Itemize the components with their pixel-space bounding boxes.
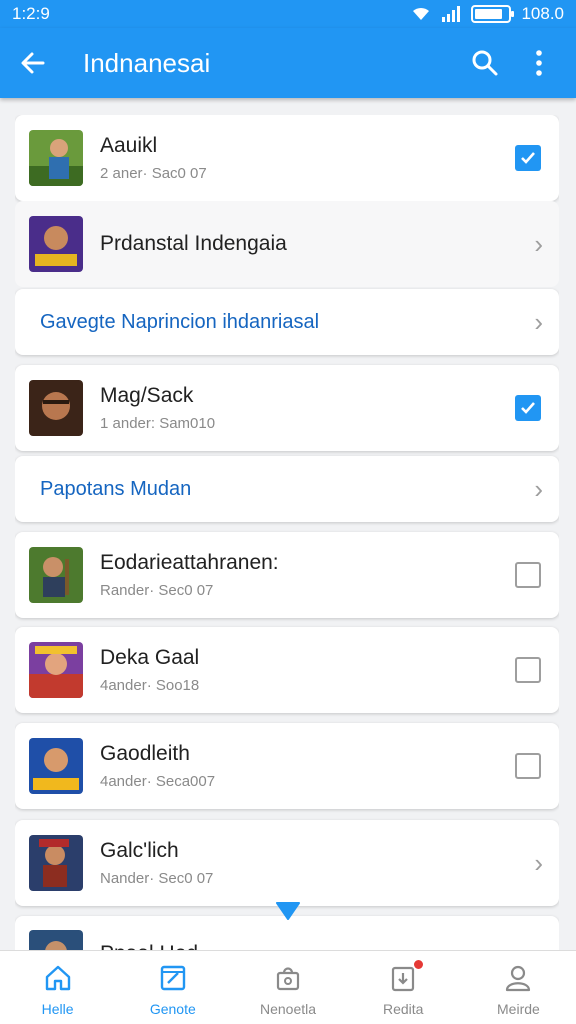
home-icon [45, 965, 70, 991]
game-thumbnail [29, 216, 83, 272]
game-thumbnail [29, 547, 83, 603]
app-bar: Indnanesai [0, 28, 576, 98]
item-title: Prdanstal Indengaia [100, 232, 287, 255]
nav-redita[interactable]: Redita [346, 951, 461, 1024]
game-list: Aauikl 2 aner· Sac0 07 Prdanstal Indenga… [15, 115, 559, 950]
game-thumbnail [29, 380, 83, 436]
nav-label: Redita [382, 1001, 424, 1017]
check-icon [521, 402, 535, 414]
back-arrow-icon [21, 52, 45, 74]
list-item-link[interactable]: Gavegte Naprincion ihdanriasal › [15, 289, 559, 355]
item-subtitle: 4ander· Soo18 [100, 677, 200, 694]
item-title: Gaodleith [100, 742, 190, 765]
item-link-text: Papotans Mudan [40, 477, 192, 500]
status-time: 1:2:9 [12, 4, 50, 23]
search-button[interactable] [458, 28, 512, 98]
back-button[interactable] [0, 28, 66, 98]
notification-badge [413, 959, 425, 970]
more-options-button[interactable] [512, 28, 566, 98]
battery-percent: 108.0 [521, 4, 564, 23]
item-title: Aauikl [100, 134, 158, 157]
bottom-navigation: Helle Genote Nenoetla Redita Meirde [0, 950, 576, 1024]
item-subtitle: 2 aner· Sac0 07 [100, 165, 207, 182]
game-thumbnail [29, 642, 83, 698]
signal-icon [442, 6, 461, 22]
game-thumbnail [29, 835, 83, 891]
search-icon [472, 50, 498, 76]
edit-calendar-icon [160, 965, 185, 991]
item-title: Deka Gaal [100, 646, 200, 669]
battery-icon [471, 5, 515, 23]
item-checkbox[interactable] [515, 753, 541, 779]
item-subtitle: Rander· Sec0 07 [100, 582, 214, 599]
list-item[interactable]: Gaodleith 4ander· Seca007 [15, 723, 559, 809]
nav-label: Helle [41, 1001, 74, 1017]
status-bar: 1:2:9 108.0 [0, 0, 576, 28]
item-link-text: Gavegte Naprincion ihdanriasal [40, 310, 320, 333]
list-item[interactable]: Mag/Sack 1 ander: Sam010 [15, 365, 559, 451]
item-checkbox[interactable] [515, 395, 541, 421]
item-checkbox[interactable] [515, 562, 541, 588]
chevron-right-icon: › [534, 306, 543, 337]
list-item[interactable]: Prdanstal Indengaia › [15, 201, 559, 287]
status-icons: 108.0 [411, 4, 564, 24]
check-icon [521, 152, 535, 164]
profile-icon [506, 965, 531, 992]
item-subtitle: 1 ander: Sam010 [100, 415, 216, 432]
item-title: Eodarieattahranen: [100, 551, 279, 574]
nav-genote[interactable]: Genote [115, 951, 230, 1024]
list-item-link[interactable]: Papotans Mudan › [15, 456, 559, 522]
game-thumbnail [29, 130, 83, 186]
item-checkbox[interactable] [515, 657, 541, 683]
scroll-indicator-icon[interactable] [276, 902, 300, 920]
list-item[interactable]: Aauikl 2 aner· Sac0 07 [15, 115, 559, 201]
list-item[interactable]: Eodarieattahranen: Rander· Sec0 07 [15, 532, 559, 618]
nav-nenoetla[interactable]: Nenoetla [230, 951, 345, 1024]
chevron-right-icon: › [534, 847, 543, 878]
game-thumbnail [29, 930, 83, 950]
nav-label: Nenoetla [259, 1001, 317, 1017]
nav-home[interactable]: Helle [0, 951, 115, 1024]
list-item[interactable]: Ppaal Hed [15, 916, 559, 950]
chevron-right-icon: › [534, 228, 543, 259]
nav-label: Genote [149, 1001, 196, 1017]
item-title: Mag/Sack [100, 384, 194, 407]
gift-icon [276, 967, 300, 991]
item-subtitle: Nander· Sec0 07 [100, 870, 214, 887]
list-item[interactable]: Galc'lich Nander· Sec0 07 › [15, 820, 559, 906]
nav-meirde[interactable]: Meirde [461, 951, 576, 1024]
game-thumbnail [29, 738, 83, 794]
page-title: Indnanesai [83, 47, 211, 78]
item-title: Galc'lich [100, 839, 179, 862]
more-vert-icon [536, 50, 542, 76]
list-item[interactable]: Deka Gaal 4ander· Soo18 [15, 627, 559, 713]
item-title: Ppaal Hed [100, 942, 559, 950]
chevron-right-icon: › [534, 473, 543, 504]
item-checkbox[interactable] [515, 145, 541, 171]
wifi-icon [413, 7, 430, 20]
nav-label: Meirde [497, 1001, 540, 1017]
item-subtitle: 4ander· Seca007 [100, 773, 216, 790]
